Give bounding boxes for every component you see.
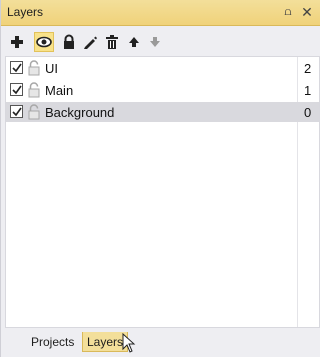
arrow-up-icon xyxy=(129,37,139,47)
layer-name: Background xyxy=(45,105,115,120)
move-layer-up-button[interactable] xyxy=(124,32,144,52)
plus-icon xyxy=(11,36,23,48)
layers-list[interactable]: UI 2 Main 1 Background 0 xyxy=(5,56,320,328)
panel-tabs: Projects Layers xyxy=(1,330,320,357)
toggle-visibility-button[interactable] xyxy=(34,32,54,52)
arrow-down-icon xyxy=(150,37,160,47)
checkmark-icon xyxy=(12,63,22,73)
add-layer-button[interactable] xyxy=(7,32,27,52)
layers-panel: Layers ⩍ ✕ UI 2 Main 1 Background 0 Proj… xyxy=(0,0,320,357)
lock-icon xyxy=(64,34,74,49)
lock-icon[interactable] xyxy=(27,82,41,98)
visibility-checkbox[interactable] xyxy=(10,83,23,96)
layer-name: Main xyxy=(45,83,74,98)
layer-row-selected[interactable]: Background 0 xyxy=(6,102,319,122)
layer-order: 0 xyxy=(304,105,312,120)
eye-icon xyxy=(36,36,52,48)
mouse-cursor-icon xyxy=(122,333,136,353)
move-layer-down-button[interactable] xyxy=(145,32,165,52)
checkmark-icon xyxy=(12,85,22,95)
close-button[interactable]: ✕ xyxy=(299,4,315,20)
layers-toolbar xyxy=(1,30,320,56)
visibility-checkbox[interactable] xyxy=(10,105,23,118)
layer-order: 1 xyxy=(304,83,312,98)
tab-projects[interactable]: Projects xyxy=(27,332,78,352)
layer-name: UI xyxy=(45,61,58,76)
layer-order: 2 xyxy=(304,61,312,76)
checkmark-icon xyxy=(12,107,22,117)
layer-row[interactable]: UI 2 xyxy=(6,58,319,78)
panel-titlebar[interactable]: Layers ⩍ ✕ xyxy=(1,0,320,26)
pin-button[interactable]: ⩍ xyxy=(280,4,296,20)
delete-layer-button[interactable] xyxy=(102,32,122,52)
lock-icon[interactable] xyxy=(27,60,41,76)
rename-layer-button[interactable] xyxy=(80,32,100,52)
pencil-icon xyxy=(84,36,97,49)
visibility-checkbox[interactable] xyxy=(10,61,23,74)
lock-icon[interactable] xyxy=(27,104,41,120)
layer-row[interactable]: Main 1 xyxy=(6,80,319,100)
lock-layer-button[interactable] xyxy=(59,32,79,52)
trash-icon xyxy=(106,35,118,49)
panel-title: Layers xyxy=(7,5,44,19)
